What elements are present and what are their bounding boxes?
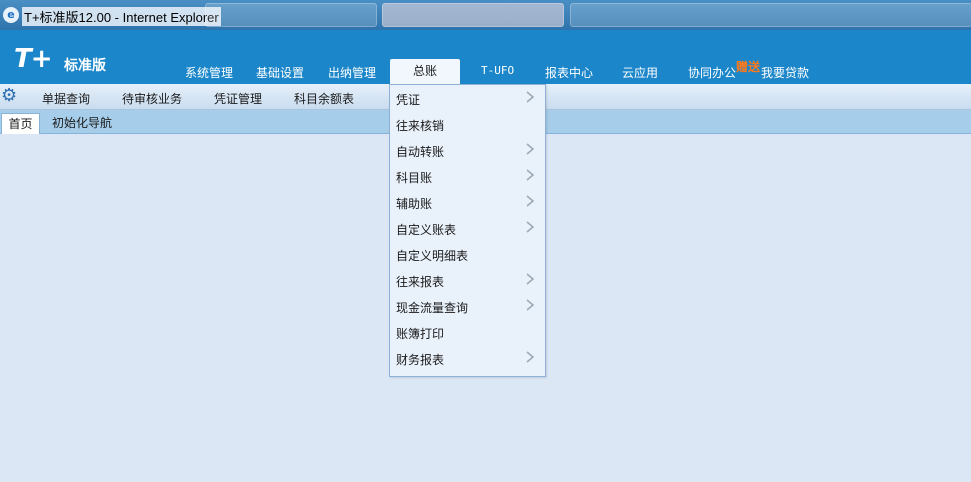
browser-title-bar: e T+标准版12.00 - Internet Explorer (0, 0, 971, 30)
menu-item-auxiliary-ledger[interactable]: 辅助账 (390, 189, 545, 215)
menu-item-label: 辅助账 (396, 197, 433, 211)
menu-item-financial-statements[interactable]: 财务报表 (390, 345, 545, 371)
gift-badge: 赠送 (736, 60, 761, 74)
browser-tab-strip[interactable] (570, 3, 971, 27)
menu-item-cash-flow-query[interactable]: 现金流量查询 (390, 293, 545, 319)
menu-item-label: 自动转账 (396, 145, 445, 159)
chevron-right-icon (526, 299, 535, 311)
topnav-cashier[interactable]: 出纳管理 (328, 64, 376, 81)
gear-icon[interactable]: ⚙ (1, 86, 17, 106)
chevron-right-icon (526, 91, 535, 103)
chevron-right-icon (526, 143, 535, 155)
app-header: T+ 标准版 系统管理 基础设置 出纳管理 总账 T-UFO 报表中心 云应用 … (0, 30, 971, 84)
topnav-t-ufo[interactable]: T-UFO (481, 64, 514, 77)
topnav-collaboration[interactable]: 协同办公 (688, 64, 736, 81)
tab-home[interactable]: 首页 (1, 113, 40, 134)
menu-item-ar-ap-reports[interactable]: 往来报表 (390, 267, 545, 293)
chevron-right-icon (526, 169, 535, 181)
chevron-right-icon (526, 195, 535, 207)
logo-edition: 标准版 (64, 58, 106, 74)
menu-item-custom-detail[interactable]: 自定义明细表 (390, 241, 545, 267)
topnav-loan[interactable]: 我要贷款 (761, 64, 809, 81)
menu-item-auto-transfer[interactable]: 自动转账 (390, 137, 545, 163)
tab-init-guide[interactable]: 初始化导航 (52, 114, 112, 131)
topnav-cloud-apps[interactable]: 云应用 (622, 64, 658, 81)
menu-item-label: 往来报表 (396, 275, 445, 289)
menu-item-custom-reports[interactable]: 自定义账表 (390, 215, 545, 241)
toolbar-voucher-management[interactable]: 凭证管理 (214, 90, 262, 107)
menu-item-label: 现金流量查询 (396, 301, 469, 315)
topnav-system-management[interactable]: 系统管理 (185, 64, 233, 81)
topnav-general-ledger[interactable]: 总账 (390, 59, 460, 84)
browser-tab[interactable] (382, 3, 564, 27)
chevron-right-icon (526, 351, 535, 363)
toolbar-pending-review[interactable]: 待审核业务 (122, 90, 182, 107)
toolbar-document-query[interactable]: 单据查询 (42, 90, 90, 107)
topnav-report-center[interactable]: 报表中心 (545, 64, 593, 81)
toolbar-account-balance[interactable]: 科目余额表 (294, 90, 354, 107)
general-ledger-dropdown: 凭证 往来核销 自动转账 科目账 辅助账 自定义账表 自定义明细表 往来报表 现… (389, 84, 546, 377)
logo-mark: T+ (14, 44, 53, 74)
menu-item-label: 财务报表 (396, 353, 445, 367)
menu-item-label: 科目账 (396, 171, 433, 185)
menu-item-account-ledger[interactable]: 科目账 (390, 163, 545, 189)
menu-item-reconciliation[interactable]: 往来核销 (390, 111, 545, 137)
app-logo: T+ 标准版 (14, 44, 106, 74)
menu-item-voucher[interactable]: 凭证 (390, 85, 545, 111)
window-title: T+标准版12.00 - Internet Explorer (22, 7, 221, 26)
chevron-right-icon (526, 273, 535, 285)
menu-item-ledger-print[interactable]: 账簿打印 (390, 319, 545, 345)
topnav-basic-settings[interactable]: 基础设置 (256, 64, 304, 81)
ie-icon: e (3, 7, 19, 23)
menu-item-label: 凭证 (396, 93, 421, 107)
menu-item-label: 往来核销 (396, 119, 445, 133)
menu-item-label: 自定义账表 (396, 223, 457, 237)
chevron-right-icon (526, 221, 535, 233)
browser-tab[interactable] (205, 3, 377, 27)
menu-item-label: 账簿打印 (396, 327, 445, 341)
menu-item-label: 自定义明细表 (396, 249, 469, 263)
